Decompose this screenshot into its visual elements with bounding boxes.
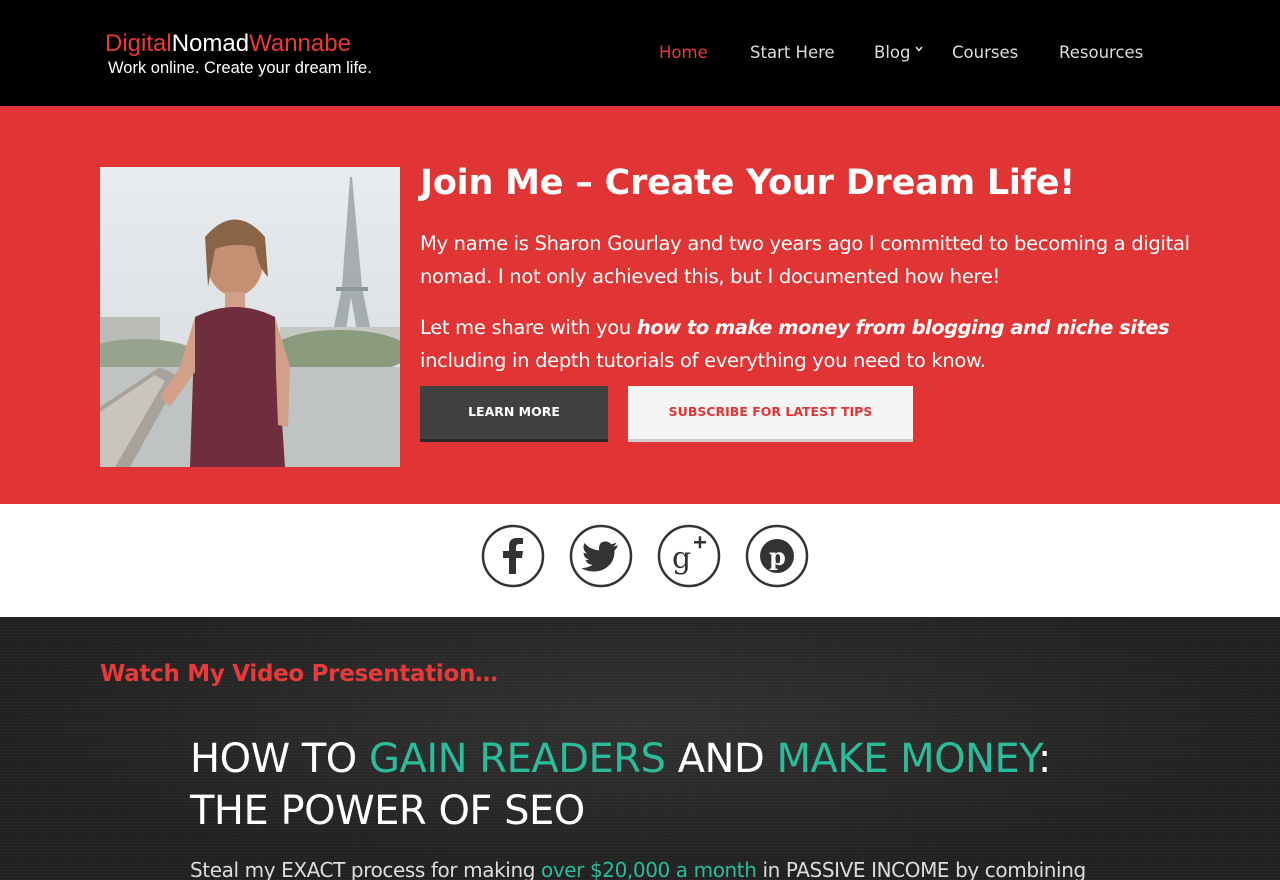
hero-intro-text: My name is Sharon Gourlay and two years …	[420, 232, 1190, 288]
site-header: DigitalNomadWannabe Work online. Create …	[0, 0, 1280, 106]
main-nav: Home Start Here Blog Courses Resources	[0, 0, 1280, 106]
hero-share-text-start: Let me share with you	[420, 316, 637, 339]
video-section: Watch My Video Presentation… HOW TO GAIN…	[0, 617, 1280, 880]
seo-headline-line1: HOW TO GAIN READERS AND MAKE MONEY:	[190, 733, 1051, 785]
headline-gain-readers: GAIN READERS	[368, 736, 666, 782]
svg-text:p: p	[769, 542, 786, 571]
nav-item-blog[interactable]: Blog	[874, 42, 910, 64]
learn-more-button[interactable]: LEARN MORE	[420, 386, 608, 442]
twitter-icon[interactable]	[569, 524, 633, 588]
subscribe-button[interactable]: SUBSCRIBE FOR LATEST TIPS	[628, 386, 913, 442]
hero-share-text-end: including in depth tutorials of everythi…	[420, 349, 986, 372]
svg-text:g: g	[672, 541, 691, 576]
seo-headline-line2: THE POWER OF SEO	[190, 788, 585, 834]
seo-description-highlight: over $20,000 a month	[540, 858, 757, 880]
profile-photo	[100, 167, 400, 467]
seo-description-end: in PASSIVE INCOME by combining	[756, 858, 1086, 880]
seo-description: Steal my EXACT process for making over $…	[190, 856, 1086, 880]
pinterest-icon[interactable]: p	[745, 524, 809, 588]
hero-share-text-emphasis: how to make money from blogging and nich…	[636, 316, 1170, 339]
nav-item-start-here[interactable]: Start Here	[750, 42, 835, 64]
video-heading: Watch My Video Presentation…	[100, 661, 498, 687]
google-plus-icon[interactable]: g	[657, 524, 721, 588]
headline-and: AND	[665, 736, 777, 782]
nav-item-resources[interactable]: Resources	[1059, 42, 1143, 64]
seo-description-start: Steal my EXACT process for making	[190, 858, 541, 880]
facebook-icon[interactable]	[481, 524, 545, 588]
headline-make-money: MAKE MONEY	[776, 736, 1038, 782]
chevron-down-icon[interactable]	[914, 44, 924, 54]
social-links: g p	[0, 504, 1280, 617]
hero-title: Join Me – Create Your Dream Life!	[420, 163, 1076, 203]
headline-colon: :	[1037, 736, 1051, 782]
hero-section: Join Me – Create Your Dream Life! My nam…	[0, 106, 1280, 504]
nav-item-courses[interactable]: Courses	[952, 42, 1018, 64]
headline-how-to: HOW TO	[190, 736, 369, 782]
nav-item-home[interactable]: Home	[659, 42, 708, 64]
hero-share-text: Let me share with you how to make money …	[420, 311, 1190, 377]
